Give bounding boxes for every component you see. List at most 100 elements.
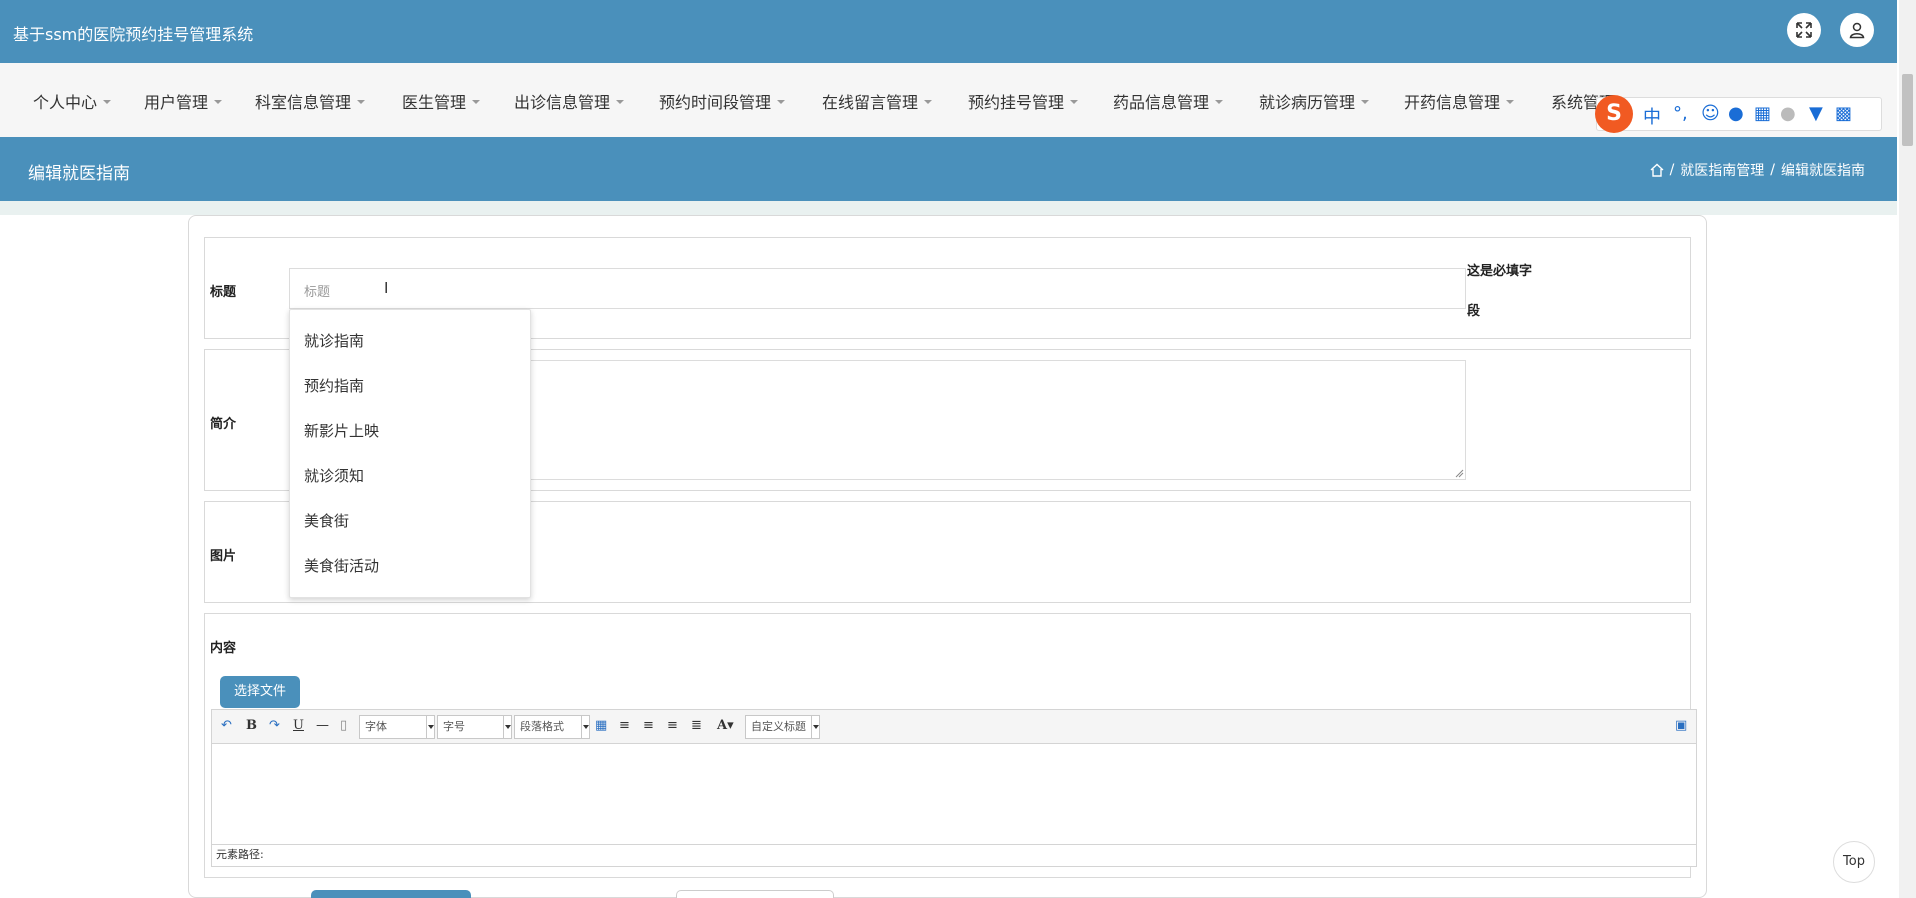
ime-toolbar: S 中 °, ☺ ● ▦ ● ▼ ▩: [1595, 95, 1882, 133]
breadcrumb-sep: /: [1669, 162, 1675, 178]
cancel-button[interactable]: [676, 890, 834, 898]
select-arrow-icon: [426, 716, 434, 738]
rich-text-editor: ↶ B ↷ U — ▯ 字体 字号 段落格式 ▦ ≡ ≡ ≡ ≣ A▾ 自定义标…: [211, 709, 1697, 867]
breadcrumb-item: 编辑就医指南: [1781, 163, 1865, 179]
autocomplete-item[interactable]: 美食街活动: [304, 555, 379, 576]
intro-label: 简介: [210, 417, 237, 432]
document-icon[interactable]: ▯: [340, 718, 347, 733]
fullscreen-button[interactable]: [1787, 13, 1821, 47]
nav-label: 科室信息管理: [255, 93, 352, 112]
image-label: 图片: [210, 549, 237, 564]
resize-handle-icon[interactable]: [1454, 468, 1464, 478]
paragraph-select[interactable]: 段落格式: [514, 715, 590, 739]
autocomplete-item[interactable]: 预约指南: [304, 375, 364, 396]
nav-item-dept-manage[interactable]: 科室信息管理: [255, 89, 366, 113]
align-center-icon[interactable]: ≡: [667, 718, 678, 733]
bold-icon[interactable]: B: [246, 718, 257, 733]
top-bar: 基于ssm的医院预约挂号管理系统: [0, 0, 1897, 63]
align-left-icon[interactable]: ≡: [619, 718, 630, 733]
scrollbar-thumb[interactable]: [1902, 74, 1913, 146]
source-view-icon[interactable]: ▣: [1675, 718, 1687, 733]
custom-heading-label: 自定义标题: [751, 720, 806, 733]
nav-item-prescription-manage[interactable]: 开药信息管理: [1404, 89, 1515, 113]
page-title: 编辑就医指南: [28, 164, 130, 184]
autocomplete-item[interactable]: 就诊指南: [304, 330, 364, 351]
text-cursor-icon: I: [384, 279, 389, 297]
caret-down-icon: [1070, 99, 1079, 104]
size-select-label: 字号: [443, 720, 465, 733]
required-hint: 这是必填字: [1467, 264, 1533, 279]
editor-toolbar: ↶ B ↷ U — ▯ 字体 字号 段落格式 ▦ ≡ ≡ ≡ ≣ A▾ 自定义标…: [212, 710, 1696, 744]
caret-down-icon: [1361, 99, 1370, 104]
redo-icon[interactable]: ↷: [269, 718, 280, 733]
custom-heading-select[interactable]: 自定义标题: [745, 715, 820, 739]
caret-down-icon: [924, 99, 933, 104]
autocomplete-dropdown: 就诊指南 预约指南 新影片上映 就诊须知 美食街 美食街活动: [289, 309, 531, 598]
table-icon[interactable]: ▦: [595, 718, 607, 733]
nav-item-record-manage[interactable]: 就诊病历管理: [1259, 89, 1370, 113]
caret-down-icon: [357, 99, 366, 104]
microphone-icon[interactable]: ●: [1728, 103, 1744, 124]
nav-item-doctor-manage[interactable]: 医生管理: [402, 89, 481, 113]
nav-item-message-manage[interactable]: 在线留言管理: [822, 89, 933, 113]
nav-item-timeslot-manage[interactable]: 预约时间段管理: [659, 89, 786, 113]
back-to-top-button[interactable]: Top: [1833, 841, 1875, 883]
caret-down-icon: [103, 99, 112, 104]
autocomplete-item[interactable]: 美食街: [304, 510, 349, 531]
nav-label: 药品信息管理: [1113, 93, 1210, 112]
nav-item-visit-manage[interactable]: 出诊信息管理: [514, 89, 625, 113]
content-label: 内容: [210, 641, 237, 656]
required-hint-cont: 段: [1467, 304, 1481, 319]
ime-punct-toggle[interactable]: °,: [1673, 103, 1688, 124]
emoji-icon[interactable]: ☺: [1701, 103, 1720, 124]
autocomplete-item[interactable]: 新影片上映: [304, 420, 379, 441]
nav-item-personal-center[interactable]: 个人中心: [33, 89, 112, 113]
title-label: 标题: [210, 285, 237, 300]
font-color-icon[interactable]: A▾: [717, 718, 734, 733]
caret-down-icon: [1215, 99, 1224, 104]
toolbox-icon[interactable]: ▩: [1835, 103, 1852, 124]
size-select[interactable]: 字号: [437, 715, 512, 739]
nav-item-user-manage[interactable]: 用户管理: [144, 89, 223, 113]
horizontal-rule-icon[interactable]: —: [316, 718, 329, 733]
home-icon[interactable]: [1650, 163, 1664, 177]
choose-file-button[interactable]: 选择文件: [220, 676, 300, 708]
select-arrow-icon: [581, 716, 589, 738]
element-path: 元素路径:: [212, 844, 1696, 866]
content-band: [0, 201, 1897, 215]
autocomplete-item[interactable]: 就诊须知: [304, 465, 364, 486]
fullscreen-icon: [1796, 22, 1812, 38]
title-input[interactable]: 标题 I: [289, 268, 1466, 309]
nav-label: 个人中心: [33, 93, 98, 112]
select-arrow-icon: [503, 716, 511, 738]
user-button[interactable]: [1840, 13, 1874, 47]
nav-label: 预约挂号管理: [968, 93, 1065, 112]
skin-icon[interactable]: ▼: [1809, 103, 1823, 124]
nav-label: 在线留言管理: [822, 93, 919, 112]
align-right-icon[interactable]: ≡: [643, 718, 654, 733]
keyboard-icon[interactable]: ▦: [1754, 103, 1771, 124]
breadcrumb-sep: /: [1770, 162, 1775, 178]
paragraph-select-label: 段落格式: [520, 720, 564, 733]
font-select-label: 字体: [365, 720, 387, 733]
user-icon: [1849, 22, 1865, 39]
nav-label: 用户管理: [144, 93, 209, 112]
breadcrumb-item[interactable]: 就医指南管理: [1680, 160, 1764, 180]
nav-label: 医生管理: [402, 93, 467, 112]
nav-item-booking-manage[interactable]: 预约挂号管理: [968, 89, 1079, 113]
align-justify-icon[interactable]: ≣: [691, 718, 702, 733]
caret-down-icon: [214, 99, 223, 104]
ime-lang-toggle[interactable]: 中: [1643, 103, 1661, 129]
title-placeholder: 标题: [304, 285, 331, 300]
submit-button[interactable]: [311, 890, 471, 898]
sogou-logo-icon[interactable]: S: [1595, 95, 1633, 133]
font-select[interactable]: 字体: [359, 715, 435, 739]
undo-icon[interactable]: ↶: [221, 718, 232, 733]
underline-icon[interactable]: U: [293, 718, 304, 733]
caret-down-icon: [777, 99, 786, 104]
caret-down-icon: [1506, 99, 1515, 104]
nav-label: 预约时间段管理: [659, 93, 772, 112]
account-icon[interactable]: ●: [1780, 103, 1796, 124]
app-title: 基于ssm的医院预约挂号管理系统: [13, 25, 254, 44]
nav-item-drug-manage[interactable]: 药品信息管理: [1113, 89, 1224, 113]
